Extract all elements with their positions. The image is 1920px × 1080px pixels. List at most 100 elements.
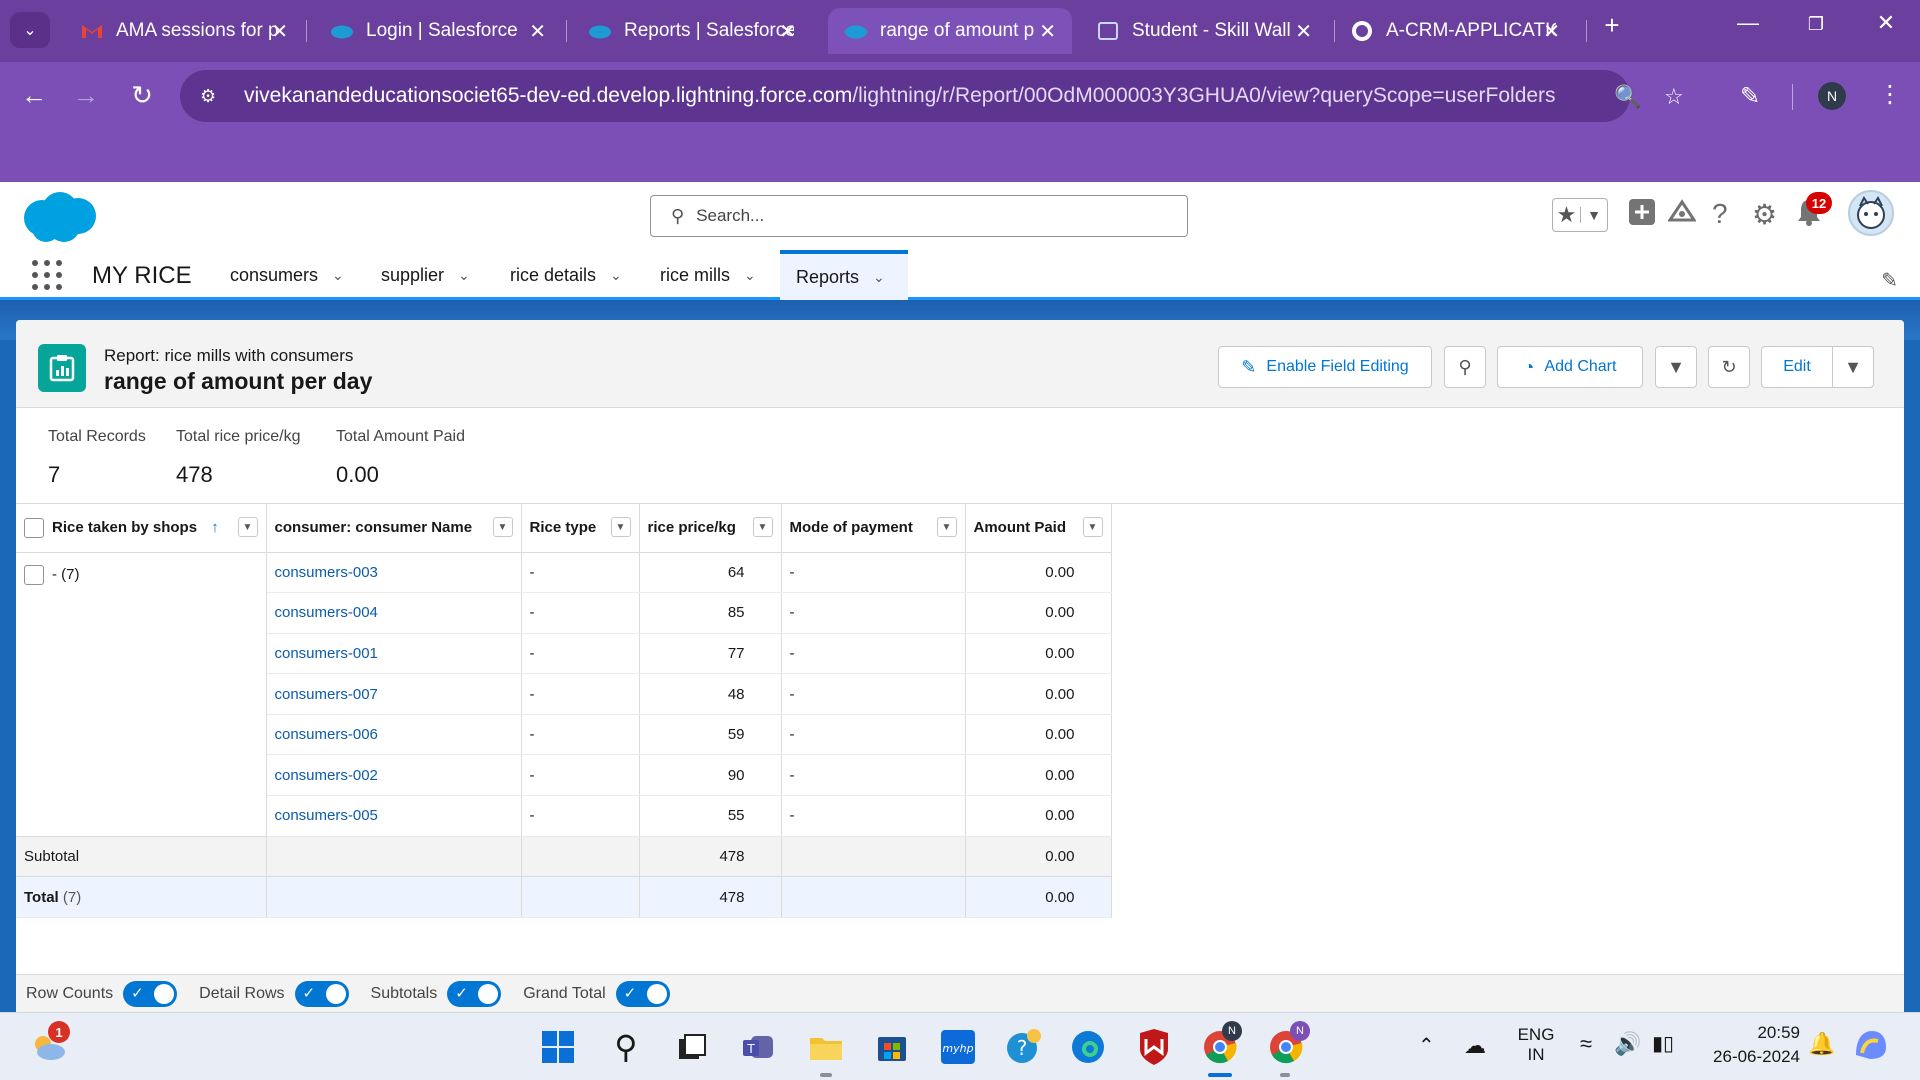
chevron-down-icon[interactable]: ⌄ [744, 267, 756, 284]
chevron-down-icon[interactable]: ⌄ [873, 269, 885, 286]
wifi-icon[interactable]: ≈ [1580, 1031, 1592, 1057]
global-search-input[interactable]: ⚲ Search... [650, 195, 1188, 237]
consumer-name-link[interactable]: consumers-001 [266, 633, 522, 675]
file-explorer-icon[interactable] [806, 1027, 846, 1067]
browser-tab-active[interactable]: range of amount p ✕ [828, 8, 1072, 54]
nav-item-reports[interactable]: Reports ⌄ [780, 250, 908, 300]
filter-button[interactable]: ▼ [1655, 346, 1697, 388]
microsoft-store-icon[interactable] [872, 1027, 912, 1067]
teams-icon[interactable]: T [738, 1027, 778, 1067]
toggle-switch[interactable]: ✓ [294, 980, 349, 1007]
consumer-name-link[interactable]: consumers-002 [266, 754, 522, 797]
column-header-consumer-name[interactable]: consumer: consumer Name ▼ [266, 504, 522, 553]
column-header-rice-taken-by-shops[interactable]: Rice taken by shops ↑ ▼ [16, 504, 267, 553]
user-avatar[interactable] [1848, 190, 1894, 236]
column-menu-icon[interactable]: ▼ [752, 517, 773, 537]
column-menu-icon[interactable]: ▼ [492, 517, 513, 537]
nav-item-supplier[interactable]: supplier ⌄ [381, 250, 470, 300]
tab-search-button[interactable]: ⌄ [10, 12, 50, 48]
volume-icon[interactable]: 🔊 [1614, 1031, 1641, 1057]
task-view-icon[interactable] [672, 1027, 712, 1067]
close-icon[interactable]: ✕ [271, 19, 288, 44]
column-header-mode-of-payment[interactable]: Mode of payment ▼ [781, 504, 966, 553]
global-actions-icon[interactable] [1628, 198, 1656, 233]
browser-tab-1[interactable]: AMA sessions for p ✕ [64, 8, 304, 54]
language-indicator[interactable]: ENG IN [1516, 1025, 1556, 1065]
close-icon[interactable]: ✕ [1039, 19, 1056, 44]
column-menu-icon[interactable]: ▼ [237, 517, 258, 537]
edge-browser-icon[interactable] [1068, 1027, 1108, 1067]
consumer-name-link[interactable]: consumers-004 [266, 592, 522, 634]
consumer-name-link[interactable]: consumers-007 [266, 673, 522, 715]
column-header-rice-price[interactable]: rice price/kg ▼ [639, 504, 782, 553]
column-header-rice-type[interactable]: Rice type ▼ [521, 504, 640, 553]
toggle-switch[interactable]: ✓ [615, 980, 670, 1007]
more-actions-button[interactable]: ▼ [1832, 346, 1874, 388]
onedrive-icon[interactable]: ☁ [1464, 1033, 1486, 1059]
group-checkbox[interactable] [24, 564, 44, 585]
more-menu-icon[interactable]: ⋮ [1878, 80, 1902, 109]
close-icon[interactable]: ✕ [779, 19, 796, 44]
consumer-name-link[interactable]: consumers-006 [266, 714, 522, 756]
new-tab-button[interactable]: + [1592, 10, 1632, 41]
column-menu-icon[interactable]: ▼ [936, 517, 957, 537]
reload-button[interactable]: ↻ [122, 80, 162, 111]
windows-start-icon[interactable] [538, 1027, 578, 1067]
subtotals-toggle[interactable]: Subtotals ✓ [371, 980, 502, 1007]
close-icon[interactable]: ✕ [1295, 19, 1312, 44]
toggle-switch[interactable]: ✓ [447, 980, 502, 1007]
window-close-button[interactable]: ✕ [1866, 10, 1906, 36]
nav-item-rice-mills[interactable]: rice mills ⌄ [660, 250, 756, 300]
bookmark-star-icon[interactable]: ☆ [1664, 84, 1684, 110]
close-icon[interactable]: ✕ [1543, 19, 1560, 44]
minimize-button[interactable]: — [1728, 10, 1768, 36]
mcafee-icon[interactable] [1134, 1027, 1174, 1067]
back-button[interactable]: ← [14, 80, 54, 111]
app-launcher-icon[interactable] [32, 260, 62, 290]
zoom-icon[interactable]: 🔍 [1614, 84, 1641, 110]
copilot-icon[interactable] [1852, 1027, 1890, 1068]
show-hidden-icons-chevron[interactable]: ⌃ [1418, 1033, 1435, 1058]
notifications-bell-icon[interactable]: 🔔 [1808, 1031, 1835, 1057]
column-header-amount-paid[interactable]: Amount Paid ▼ [965, 504, 1112, 553]
extensions-icon[interactable]: ✎ [1740, 82, 1760, 111]
chevron-down-icon[interactable]: ▼ [1579, 207, 1607, 223]
browser-tab-3[interactable]: Reports | Salesforce ✕ [572, 8, 812, 54]
site-settings-icon[interactable]: ⚙ [200, 86, 228, 107]
battery-icon[interactable]: ▮▯ [1652, 1031, 1674, 1056]
clock[interactable]: 20:59 26-06-2024 [1700, 1023, 1800, 1067]
consumer-name-link[interactable]: consumers-003 [266, 552, 522, 594]
nav-item-rice-details[interactable]: rice details ⌄ [510, 250, 622, 300]
search-report-button[interactable]: ⚲ [1444, 346, 1486, 388]
restore-button[interactable]: ❐ [1796, 14, 1836, 35]
favorites-button[interactable]: ★ ▼ [1552, 198, 1608, 232]
address-bar[interactable]: ⚙ vivekanandeducationsociet65-dev-ed.dev… [180, 70, 1684, 122]
forward-button[interactable]: → [66, 80, 106, 111]
chevron-down-icon[interactable]: ⌄ [610, 267, 622, 284]
chevron-down-icon[interactable]: ⌄ [332, 267, 344, 284]
trailhead-icon[interactable] [1667, 198, 1697, 233]
toggle-switch[interactable]: ✓ [123, 980, 178, 1007]
edit-nav-pencil-icon[interactable]: ✎ [1881, 268, 1898, 293]
browser-tab-6[interactable]: A-CRM-APPLICATIO ✕ [1334, 8, 1576, 54]
setup-gear-icon[interactable]: ⚙ [1752, 198, 1777, 231]
row-counts-toggle[interactable]: Row Counts ✓ [26, 980, 178, 1007]
consumer-name-link[interactable]: consumers-005 [266, 795, 522, 837]
select-all-checkbox[interactable] [24, 517, 44, 538]
enable-field-editing-button[interactable]: ✎ Enable Field Editing [1218, 346, 1432, 388]
help-app-icon[interactable]: ? [1004, 1027, 1044, 1067]
edit-button[interactable]: Edit [1761, 346, 1833, 388]
column-menu-icon[interactable]: ▼ [1082, 517, 1103, 537]
help-icon[interactable]: ? [1712, 198, 1728, 230]
profile-avatar[interactable]: N [1818, 82, 1846, 110]
close-icon[interactable]: ✕ [529, 19, 546, 44]
salesforce-logo[interactable] [20, 190, 100, 251]
column-menu-icon[interactable]: ▼ [610, 517, 631, 537]
add-chart-button[interactable]: ◔ Add Chart [1497, 346, 1643, 388]
grand-total-toggle[interactable]: Grand Total ✓ [523, 980, 670, 1007]
myhp-icon[interactable]: myhp [938, 1027, 978, 1067]
chevron-down-icon[interactable]: ⌄ [458, 267, 470, 284]
refresh-button[interactable]: ↻ [1708, 346, 1750, 388]
browser-tab-2[interactable]: Login | Salesforce ✕ [314, 8, 562, 54]
detail-rows-toggle[interactable]: Detail Rows ✓ [199, 980, 349, 1007]
